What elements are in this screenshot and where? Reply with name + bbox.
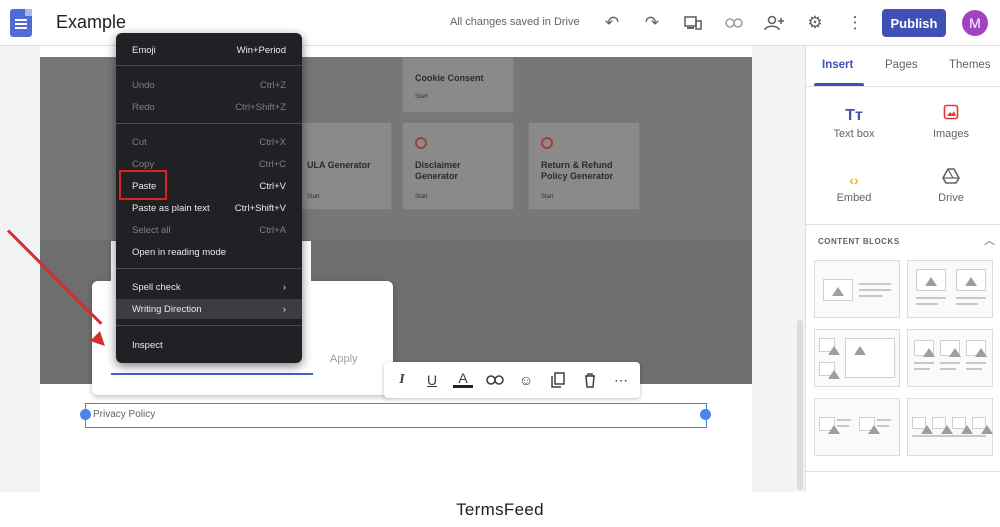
menu-item-redo[interactable]: Redo Ctrl+Shift+Z bbox=[116, 97, 302, 117]
delete-icon[interactable] bbox=[580, 370, 600, 390]
card-link[interactable]: Start bbox=[415, 194, 428, 200]
card-title: Cookie Consent bbox=[415, 73, 484, 83]
insert-drive[interactable]: Drive bbox=[903, 168, 999, 204]
card-title: Return & Refund Policy Generator bbox=[541, 160, 614, 181]
menu-item-inspect[interactable]: Inspect bbox=[116, 335, 302, 355]
menu-item-paste-plain[interactable]: Paste as plain text Ctrl+Shift+V bbox=[116, 198, 302, 218]
menu-item-reading-mode[interactable]: Open in reading mode bbox=[116, 242, 302, 262]
italic-icon[interactable]: I bbox=[392, 370, 412, 390]
card-link[interactable]: Start bbox=[415, 94, 428, 100]
content-block-2[interactable] bbox=[907, 260, 993, 318]
tab-divider bbox=[806, 86, 1000, 87]
tab-pages[interactable]: Pages bbox=[885, 59, 918, 71]
brand-label: TermsFeed bbox=[456, 499, 544, 519]
undo-icon[interactable]: ↶ bbox=[601, 12, 623, 34]
menu-item-spell-check[interactable]: Spell check › bbox=[116, 277, 302, 297]
document-title[interactable]: Example bbox=[56, 12, 126, 33]
menu-item-undo[interactable]: Undo Ctrl+Z bbox=[116, 75, 302, 95]
right-side-panel: Insert Pages Themes Tт Text box Images ‹… bbox=[805, 46, 1000, 492]
content-block-4[interactable] bbox=[907, 329, 993, 387]
more-vert-icon[interactable]: ⋮ bbox=[844, 12, 866, 34]
save-status: All changes saved in Drive bbox=[450, 16, 580, 28]
paste-highlight-box bbox=[119, 170, 167, 200]
selected-text-box[interactable]: Privacy Policy bbox=[85, 403, 707, 428]
footer-brand-bar: TermsFeed bbox=[0, 492, 1000, 527]
insert-embed[interactable]: ‹› Embed bbox=[806, 168, 902, 204]
underline-icon[interactable]: U bbox=[422, 370, 442, 390]
menu-item-emoji[interactable]: Emoji Win+Period bbox=[116, 40, 302, 60]
section-divider bbox=[806, 224, 1000, 225]
content-block-1[interactable] bbox=[814, 260, 900, 318]
menu-item-select-all[interactable]: Select all Ctrl+A bbox=[116, 220, 302, 240]
menu-separator bbox=[116, 123, 302, 124]
card-return-refund[interactable]: Return & Refund Policy Generator Start bbox=[528, 122, 640, 210]
image-icon bbox=[903, 104, 999, 128]
text-box-icon: Tт bbox=[845, 107, 863, 124]
more-horiz-icon[interactable]: ⋯ bbox=[611, 370, 631, 390]
target-icon bbox=[541, 137, 553, 149]
emoji-icon[interactable]: ☺ bbox=[516, 370, 536, 390]
insert-text-box[interactable]: Tт Text box bbox=[806, 104, 902, 140]
drive-icon bbox=[903, 168, 999, 192]
menu-item-cut[interactable]: Cut Ctrl+X bbox=[116, 132, 302, 152]
resize-handle-left[interactable] bbox=[80, 409, 91, 420]
redo-icon[interactable]: ↷ bbox=[641, 12, 663, 34]
card-link[interactable]: Start bbox=[307, 194, 320, 200]
text-color-icon[interactable]: A bbox=[453, 370, 473, 388]
alert-icon bbox=[415, 137, 427, 149]
content-block-5[interactable] bbox=[814, 398, 900, 456]
tab-themes[interactable]: Themes bbox=[949, 59, 991, 71]
chevron-up-icon[interactable]: ︿ bbox=[984, 232, 995, 248]
content-block-3[interactable] bbox=[814, 329, 900, 387]
insert-images[interactable]: Images bbox=[903, 104, 999, 140]
publish-button[interactable]: Publish bbox=[882, 9, 946, 37]
menu-item-writing-direction[interactable]: Writing Direction › bbox=[116, 299, 302, 319]
menu-separator bbox=[116, 325, 302, 326]
tab-insert[interactable]: Insert bbox=[822, 59, 853, 71]
sites-logo-icon[interactable] bbox=[10, 9, 32, 37]
apply-button[interactable]: Apply bbox=[330, 353, 358, 365]
canvas-scrollbar[interactable] bbox=[797, 320, 803, 490]
duplicate-icon[interactable] bbox=[548, 370, 568, 390]
link-icon[interactable] bbox=[485, 370, 505, 390]
card-cookie-consent[interactable]: Cookie Consent Start bbox=[402, 57, 514, 113]
preview-icon[interactable] bbox=[682, 12, 704, 34]
card-title: ULA Generator bbox=[307, 160, 371, 170]
link-input[interactable] bbox=[111, 373, 313, 375]
section-divider bbox=[806, 471, 1000, 472]
embed-icon: ‹› bbox=[849, 172, 859, 188]
share-icon[interactable] bbox=[763, 12, 785, 34]
gear-icon[interactable]: ⚙ bbox=[804, 12, 826, 34]
content-blocks-heading: CONTENT BLOCKS bbox=[818, 237, 900, 246]
format-toolbar: I U A ☺ ⋯ bbox=[384, 362, 640, 398]
link-icon[interactable] bbox=[723, 12, 745, 34]
card-link[interactable]: Start bbox=[541, 194, 554, 200]
resize-handle-right[interactable] bbox=[700, 409, 711, 420]
card-disclaimer-generator[interactable]: Disclaimer Generator Start bbox=[402, 122, 514, 210]
menu-separator bbox=[116, 65, 302, 66]
avatar[interactable]: M bbox=[962, 10, 988, 36]
content-block-6[interactable] bbox=[907, 398, 993, 456]
card-title: Disclaimer Generator bbox=[415, 160, 461, 181]
text-box-content[interactable]: Privacy Policy bbox=[93, 409, 155, 420]
menu-separator bbox=[116, 268, 302, 269]
